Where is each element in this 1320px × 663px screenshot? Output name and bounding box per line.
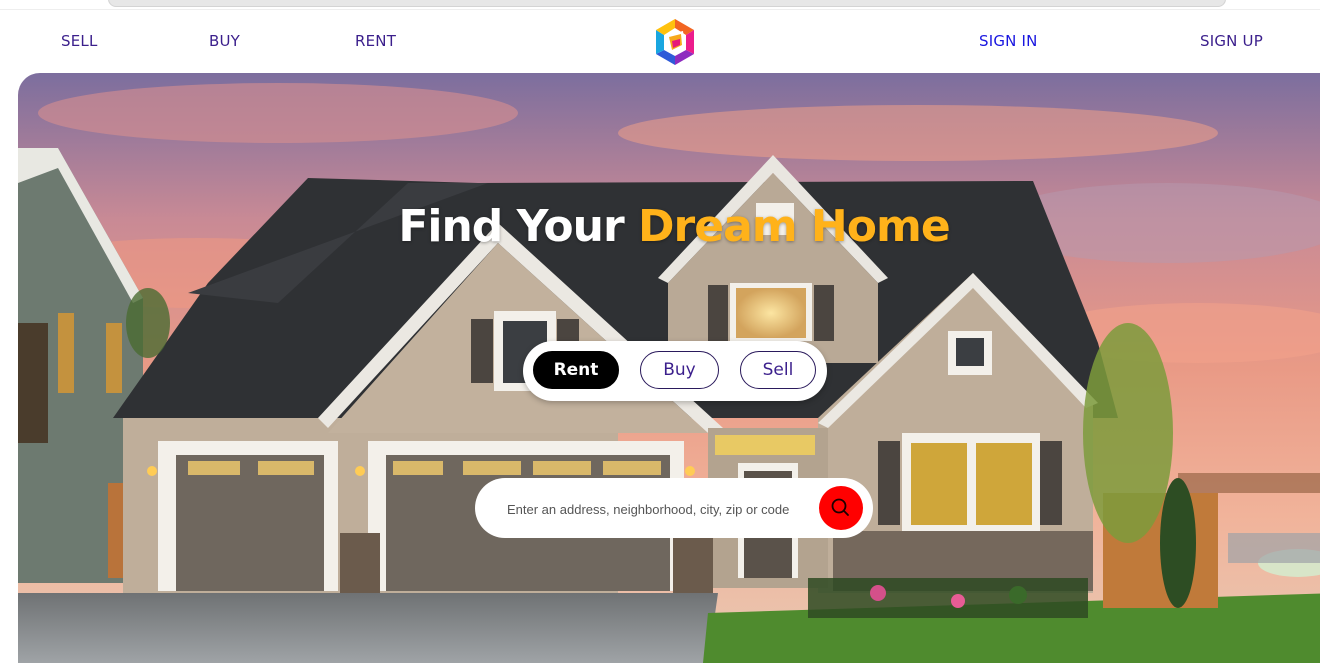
nav-rent-link[interactable]: RENT [355,32,396,50]
tab-buy[interactable]: Buy [640,351,719,389]
hero-headline: Find Your Dream Home [18,201,1320,252]
sign-up-link[interactable]: SIGN UP [1200,32,1263,50]
hexagon-logo-icon[interactable] [652,17,698,67]
nav-sell-link[interactable]: SELL [61,32,98,50]
search-icon [831,498,849,516]
tab-rent[interactable]: Rent [533,351,619,389]
search-input[interactable] [505,496,809,522]
tab-sell[interactable]: Sell [740,351,816,389]
headline-text: Find Your [398,201,638,252]
nav-buy-link[interactable]: BUY [209,32,240,50]
headline-accent-text: Dream Home [638,201,951,252]
listing-type-tabs: Rent Buy Sell [523,341,827,401]
search-bar [475,478,873,538]
browser-scrollbar [108,0,1226,7]
hero-banner: Find Your Dream Home Rent Buy Sell [18,73,1320,663]
header-divider [0,9,1320,10]
sign-in-link[interactable]: SIGN IN [979,32,1038,50]
search-button[interactable] [819,486,863,530]
